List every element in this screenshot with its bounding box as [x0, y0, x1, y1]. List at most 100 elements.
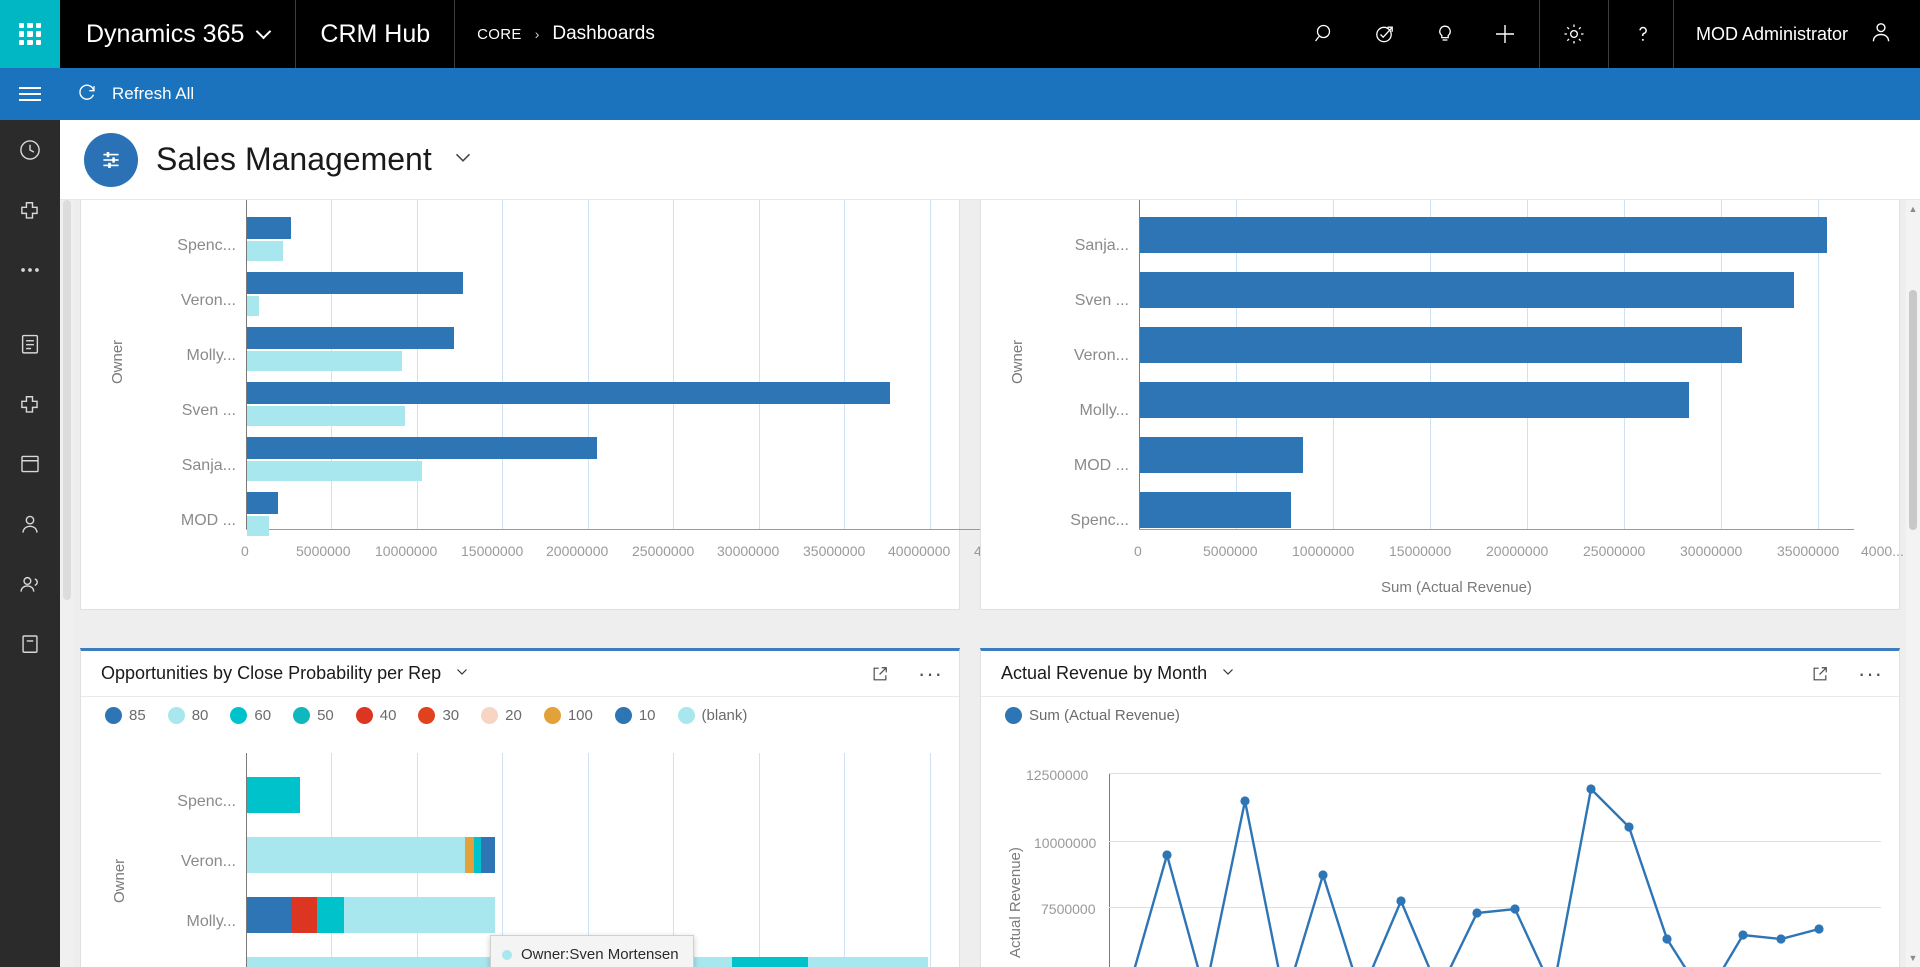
user-account-button[interactable]: MOD Administrator: [1673, 0, 1920, 68]
page-title-chevron-down-icon[interactable]: [450, 144, 476, 175]
gridline: [759, 753, 760, 967]
bar-est-revenue[interactable]: [247, 217, 291, 239]
legend-item[interactable]: Sum (Actual Revenue): [1005, 707, 1180, 724]
gridline: [930, 200, 931, 529]
sidebar-item-activities[interactable]: [0, 314, 60, 374]
refresh-circular-icon: [76, 81, 98, 108]
assistant-icon[interactable]: [1355, 0, 1415, 68]
more-ellipsis-icon[interactable]: ···: [1858, 669, 1883, 679]
bar-segment[interactable]: [481, 837, 495, 873]
bar-segment[interactable]: [247, 897, 291, 933]
bar-est-revenue[interactable]: [247, 382, 890, 404]
bar-segment[interactable]: [344, 897, 495, 933]
dynamics-brand-button[interactable]: Dynamics 365: [60, 0, 296, 68]
canvas-vertical-scrollbar[interactable]: ▲ ▼: [1906, 200, 1920, 967]
sidebar-item-opportunities[interactable]: [0, 614, 60, 674]
user-name-label: MOD Administrator: [1696, 24, 1848, 45]
bar-actual-revenue[interactable]: [1140, 382, 1689, 418]
bar-segment[interactable]: [465, 837, 474, 873]
category-label: Spenc...: [126, 237, 236, 255]
gridline: [844, 200, 845, 529]
bar-segment[interactable]: [732, 957, 808, 967]
scrollbar-thumb[interactable]: [63, 200, 71, 600]
open-in-new-icon[interactable]: [870, 664, 890, 684]
bar-actual-revenue[interactable]: [1140, 492, 1291, 528]
sidebar-item-more[interactable]: [0, 240, 60, 300]
bar-est-revenue[interactable]: [247, 327, 454, 349]
gridline: [844, 753, 845, 967]
chart-plot-area: Owner Spenc... Veron... Molly... Sven ..…: [81, 743, 959, 967]
bar-est-revenue[interactable]: [247, 272, 463, 294]
x-tick-label: 5000000: [296, 543, 351, 559]
legend-item[interactable]: 10: [615, 707, 656, 724]
legend-label: 60: [254, 707, 271, 724]
bar-actual-revenue[interactable]: [1140, 437, 1303, 473]
sidebar-item-pinned[interactable]: [0, 180, 60, 240]
bar-actual-revenue[interactable]: [247, 241, 283, 261]
sidebar-item-accounts[interactable]: [0, 434, 60, 494]
bar-est-revenue[interactable]: [247, 492, 278, 514]
bar-actual-revenue[interactable]: [247, 406, 405, 426]
help-question-icon[interactable]: [1613, 0, 1673, 68]
bar-actual-revenue[interactable]: [247, 516, 269, 536]
scroll-up-arrow-icon[interactable]: ▲: [1906, 202, 1920, 216]
line-series-path[interactable]: [1109, 743, 1889, 967]
refresh-all-button[interactable]: Refresh All: [62, 68, 208, 120]
legend-item[interactable]: 60: [230, 707, 271, 724]
legend-item[interactable]: 100: [544, 707, 593, 724]
tile-inner-vertical-scrollbar[interactable]: [60, 200, 74, 967]
left-navigation-rail: [0, 68, 60, 967]
tile-title-chevron-down-icon[interactable]: [1219, 662, 1237, 685]
bar-actual-revenue[interactable]: [247, 351, 402, 371]
legend-label: Sum (Actual Revenue): [1029, 707, 1180, 724]
tile-title[interactable]: Opportunities by Close Probability per R…: [101, 663, 441, 684]
breadcrumb-leaf[interactable]: Dashboards: [552, 23, 654, 45]
bar-segment[interactable]: [808, 957, 928, 967]
app-name-label[interactable]: CRM Hub: [296, 0, 455, 68]
settings-gear-icon[interactable]: [1544, 0, 1604, 68]
bar-segment[interactable]: [247, 837, 465, 873]
legend-item[interactable]: 50: [293, 707, 334, 724]
bar-actual-revenue[interactable]: [247, 296, 259, 316]
sidebar-item-leads[interactable]: [0, 554, 60, 614]
gridline: [673, 200, 674, 529]
breadcrumb: CORE › Dashboards: [455, 0, 677, 68]
nav-divider: [1539, 0, 1540, 68]
bar-actual-revenue[interactable]: [1140, 327, 1742, 363]
hamburger-menu-icon[interactable]: [0, 68, 60, 120]
chart-tooltip: Owner:Sven Mortensen (blank):$17,171,316…: [490, 935, 694, 967]
category-label: Veron...: [126, 292, 236, 310]
more-ellipsis-icon[interactable]: ···: [918, 669, 943, 679]
search-icon[interactable]: [1295, 0, 1355, 68]
app-launcher-icon[interactable]: [0, 0, 60, 68]
bar-segment[interactable]: [474, 837, 481, 873]
x-tick-label: 15000000: [461, 543, 523, 559]
scroll-down-arrow-icon[interactable]: ▼: [1906, 951, 1920, 965]
sidebar-item-recent[interactable]: [0, 120, 60, 180]
bar-actual-revenue[interactable]: [247, 461, 422, 481]
bar-segment[interactable]: [317, 897, 344, 933]
bar-actual-revenue[interactable]: [1140, 272, 1794, 308]
tile-title[interactable]: Actual Revenue by Month: [1001, 663, 1207, 684]
legend-item[interactable]: 20: [481, 707, 522, 724]
bar-est-revenue[interactable]: [247, 437, 597, 459]
legend-item[interactable]: 85: [105, 707, 146, 724]
lightbulb-icon[interactable]: [1415, 0, 1475, 68]
legend-item[interactable]: 40: [356, 707, 397, 724]
legend-item[interactable]: 30: [418, 707, 459, 724]
sidebar-item-dashboards[interactable]: [0, 374, 60, 434]
bar-segment[interactable]: [247, 777, 300, 813]
x-tick-label: 15000000: [1389, 543, 1451, 559]
legend-item[interactable]: 80: [168, 707, 209, 724]
sidebar-item-contacts[interactable]: [0, 494, 60, 554]
bar-segment[interactable]: [291, 897, 317, 933]
breadcrumb-root[interactable]: CORE: [477, 26, 522, 43]
legend-item[interactable]: (blank): [678, 707, 748, 724]
chart-legend: Sum (Actual Revenue): [981, 697, 1899, 730]
add-icon[interactable]: [1475, 0, 1535, 68]
open-in-new-icon[interactable]: [1810, 664, 1830, 684]
category-label: Spenc...: [1019, 512, 1129, 530]
bar-actual-revenue[interactable]: [1140, 217, 1827, 253]
scrollbar-thumb[interactable]: [1909, 290, 1917, 530]
tile-title-chevron-down-icon[interactable]: [453, 662, 471, 685]
